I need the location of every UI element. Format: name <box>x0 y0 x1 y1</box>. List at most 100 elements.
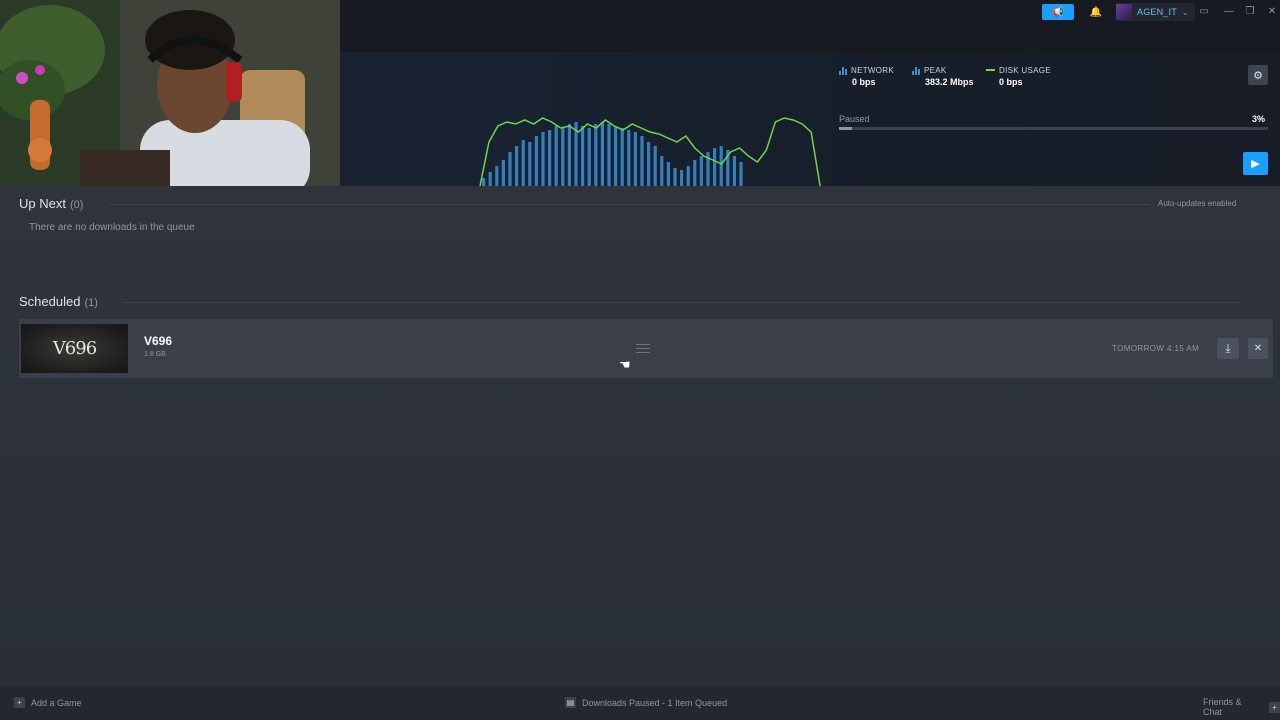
peak-value: 383.2 Mbps <box>925 77 974 87</box>
disk-usage-stat: DISK USAGE 0 bps <box>986 66 1051 87</box>
game-thumbnail[interactable]: V696 <box>21 324 128 373</box>
up-next-title: Up Next <box>19 196 66 211</box>
downloads-status-label: Downloads Paused - 1 Item Queued <box>582 697 728 708</box>
download-percent: 3% <box>1252 114 1266 124</box>
play-icon: ▶ <box>1251 158 1260 170</box>
scheduled-divider <box>122 302 1240 303</box>
graph-bar <box>495 166 499 186</box>
network-value: 0 bps <box>852 77 876 87</box>
disk-line-icon <box>986 68 995 71</box>
announcements-button[interactable]: 📢 <box>1042 4 1074 20</box>
friends-chat-button[interactable]: Friends & Chat + <box>1203 697 1280 717</box>
scheduled-time: TOMORROW 4:15 AM <box>1112 344 1200 353</box>
empty-queue-message: There are no downloads in the queue <box>29 222 195 233</box>
webcam-image <box>0 0 340 198</box>
up-next-divider <box>110 204 1150 205</box>
drag-handle-icon[interactable] <box>636 344 650 353</box>
graph-bar <box>633 132 637 186</box>
graph-bar <box>581 126 585 186</box>
graph-bar <box>541 132 545 186</box>
graph-bar <box>673 168 677 186</box>
download-state-label: Paused <box>839 114 870 124</box>
plus-icon: + <box>14 697 25 708</box>
graph-bar <box>508 152 512 186</box>
graph-bar <box>607 124 611 186</box>
scheduled-download-row[interactable]: V696 V696 1.8 GB ☚ TOMORROW 4:15 AM ⤓ ✕ <box>19 319 1273 378</box>
downloads-list <box>0 186 1280 686</box>
downloads-status-button[interactable]: ▤ Downloads Paused - 1 Item Queued <box>565 697 727 708</box>
graph-bar <box>739 162 743 186</box>
start-download-button[interactable]: ⤓ <box>1217 338 1239 359</box>
graph-bar <box>627 130 631 186</box>
friends-icon: + <box>1269 701 1280 713</box>
graph-bar <box>548 130 552 186</box>
graph-bar <box>521 140 525 186</box>
graph-bar <box>680 170 684 186</box>
hand-cursor-icon: ☚ <box>619 357 631 372</box>
graph-bar <box>561 128 565 186</box>
graph-bar <box>600 122 604 186</box>
download-settings-button[interactable]: ⚙ <box>1248 65 1268 85</box>
resume-download-button[interactable]: ▶ <box>1243 152 1268 175</box>
download-icon: ⤓ <box>1225 341 1231 355</box>
graph-bar <box>640 136 644 186</box>
close-icon: ✕ <box>1253 343 1263 354</box>
graph-bar <box>554 126 558 186</box>
graph-bar <box>534 136 538 186</box>
monitor-icon: ▭ <box>1199 5 1209 17</box>
bandwidth-graph <box>479 117 821 186</box>
graph-bar <box>653 146 657 186</box>
bell-icon: 🔔 <box>1089 6 1103 18</box>
graph-bar <box>587 128 591 186</box>
up-next-header: Up Next (0) <box>19 196 83 211</box>
graph-bar <box>693 160 697 186</box>
graph-bar <box>594 124 598 186</box>
avatar <box>1116 4 1132 20</box>
graph-bar <box>713 148 717 186</box>
download-progress-bar <box>839 127 1268 130</box>
close-icon: ✕ <box>1267 5 1277 17</box>
maximize-button[interactable]: ❐ <box>1242 3 1258 19</box>
webcam-overlay <box>0 0 340 198</box>
friends-chat-label: Friends & Chat <box>1203 697 1242 717</box>
disk-label: DISK USAGE <box>999 66 1051 75</box>
downloads-icon: ▤ <box>565 697 576 708</box>
disk-value: 0 bps <box>999 77 1023 87</box>
game-title[interactable]: V696 <box>144 334 172 348</box>
gear-icon: ⚙ <box>1253 69 1263 82</box>
graph-bar <box>482 178 486 186</box>
graph-bar <box>647 142 651 186</box>
maximize-icon: ❐ <box>1245 5 1255 17</box>
game-size: 1.8 GB <box>144 351 166 358</box>
graph-bar <box>699 156 703 186</box>
download-progress-fill <box>839 127 852 130</box>
account-menu[interactable]: AGEN_IT ⌄ <box>1116 3 1195 21</box>
megaphone-icon: 📢 <box>1051 6 1065 18</box>
network-label: NETWORK <box>851 66 894 75</box>
add-game-label: Add a Game <box>31 697 82 708</box>
big-picture-button[interactable]: ▭ <box>1196 3 1212 19</box>
remove-download-button[interactable]: ✕ <box>1248 338 1268 359</box>
up-next-count: (0) <box>69 199 84 211</box>
graph-bar <box>614 126 618 186</box>
graph-bar <box>567 124 571 186</box>
graph-bar <box>488 172 492 186</box>
minimize-button[interactable]: — <box>1221 3 1237 19</box>
graph-bar <box>528 142 532 186</box>
add-game-button[interactable]: + Add a Game <box>14 697 82 708</box>
graph-bar <box>660 156 664 186</box>
graph-bar <box>620 128 624 186</box>
graph-bar <box>515 146 519 186</box>
account-username: AGEN_IT <box>1137 7 1177 17</box>
close-window-button[interactable]: ✕ <box>1264 3 1280 19</box>
graph-bar <box>686 166 690 186</box>
scheduled-count: (1) <box>84 297 98 309</box>
peak-stat: PEAK 383.2 Mbps <box>912 66 974 87</box>
network-bars-icon <box>839 66 847 75</box>
notifications-button[interactable]: 🔔 <box>1086 4 1106 20</box>
graph-bar <box>501 160 505 186</box>
minimize-icon: — <box>1224 5 1234 17</box>
graph-bar <box>666 162 670 186</box>
chevron-down-icon: ⌄ <box>1181 7 1189 17</box>
graph-bar <box>732 156 736 186</box>
